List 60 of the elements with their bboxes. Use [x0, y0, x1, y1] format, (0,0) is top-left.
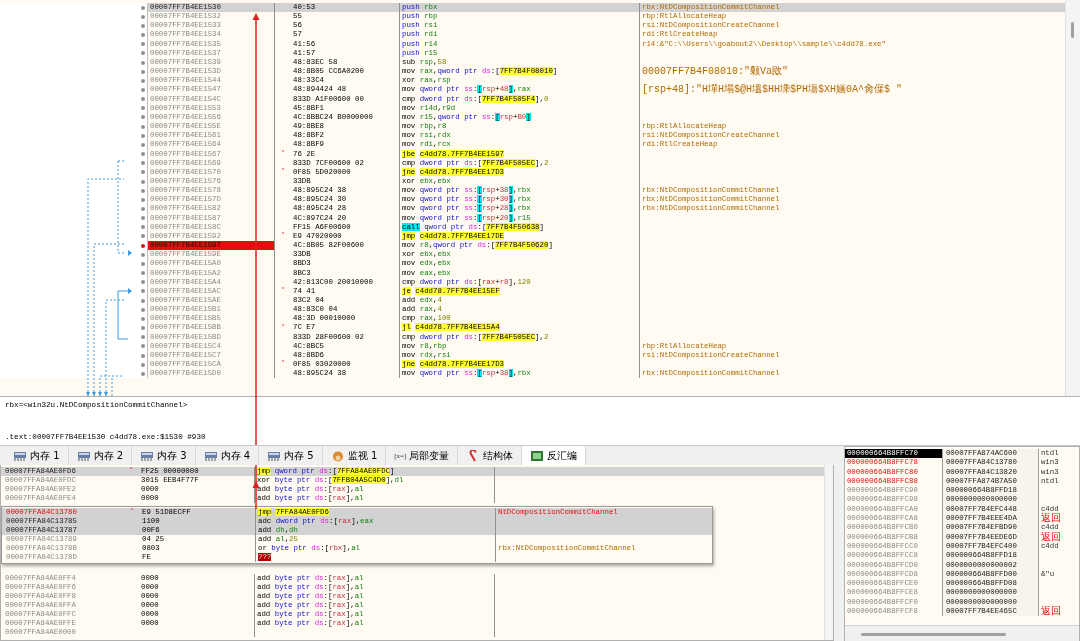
breakpoint-dot[interactable] — [141, 124, 145, 129]
breakpoint-dot[interactable] — [141, 115, 145, 120]
comment-text: 00007FF7B4F08010:"颡Va敃" — [641, 67, 790, 77]
comment-text: 返回 — [1039, 607, 1062, 617]
scrollbar-thumb[interactable] — [1071, 22, 1074, 38]
jump-marker: ˅ — [281, 286, 285, 296]
jump-marker: ˅ — [281, 360, 285, 370]
breakpoint-dot[interactable] — [141, 97, 145, 102]
breakpoint-dot[interactable] — [141, 5, 145, 10]
breakpoint-dot[interactable] — [141, 78, 145, 83]
breakpoint-dot[interactable] — [141, 170, 145, 175]
breakpoint-dot[interactable] — [141, 316, 145, 321]
breakpoint-dot[interactable] — [141, 42, 145, 47]
breakpoint-dot[interactable] — [141, 51, 145, 56]
jump-marker: ˄ — [129, 467, 133, 476]
scrollbar[interactable] — [1065, 0, 1080, 396]
breakpoint-dot[interactable] — [141, 161, 145, 166]
breakpoint-dot[interactable] — [141, 335, 145, 340]
scrollbar-thumb[interactable] — [860, 633, 1006, 636]
breakpoint-dot[interactable] — [141, 14, 145, 19]
comment-text: 返回 — [1039, 514, 1062, 524]
scrollbar[interactable] — [844, 625, 1079, 641]
breakpoint-dot[interactable] — [141, 261, 145, 266]
breakpoint-dot[interactable] — [141, 326, 145, 331]
breakpoint-dot[interactable] — [141, 69, 145, 74]
breakpoint-dot[interactable] — [141, 179, 145, 184]
breakpoint-dot[interactable] — [141, 133, 145, 138]
comment-text: [rsp+48]:"H墠H塌$@H塭$HH塖$PH塲$XH婳0A^肏僷$ " — [641, 85, 904, 95]
breakpoint-dot[interactable] — [141, 142, 145, 147]
breakpoint-dot[interactable] — [141, 280, 145, 285]
breakpoint-dot[interactable] — [141, 33, 145, 38]
scrollbar[interactable] — [823, 465, 833, 640]
jump-marker: ˄ — [281, 323, 285, 333]
breakpoint-dot[interactable] — [141, 243, 145, 248]
breakpoint-dot[interactable] — [141, 271, 145, 276]
breakpoint-dot[interactable] — [141, 88, 145, 92]
breakpoint-dot[interactable] — [141, 23, 145, 28]
breakpoint-dot[interactable] — [141, 216, 145, 221]
breakpoint-dot[interactable] — [141, 188, 145, 193]
breakpoint-dot[interactable] — [141, 152, 145, 157]
jump-marker: ˄ — [130, 508, 134, 517]
breakpoint-dot[interactable] — [141, 344, 145, 349]
breakpoint-dot[interactable] — [141, 353, 145, 358]
breakpoint-dot[interactable] — [141, 60, 145, 65]
breakpoint-dot[interactable] — [141, 371, 145, 376]
breakpoint-dot[interactable] — [141, 197, 145, 202]
jump-marker: ˅ — [281, 167, 285, 177]
breakpoint-dot[interactable] — [141, 298, 145, 303]
breakpoint-dot[interactable] — [141, 307, 145, 312]
jump-marker: ˅ — [281, 232, 285, 241]
breakpoint-dot[interactable] — [141, 252, 145, 257]
breakpoint-dot[interactable] — [141, 106, 145, 111]
tab[interactable]: 反汇编 — [522, 446, 587, 465]
breakpoint-dot[interactable] — [141, 362, 145, 367]
breakpoint-dot[interactable] — [141, 234, 145, 239]
breakpoint-dot[interactable] — [141, 207, 145, 211]
breakpoint-dot[interactable] — [141, 289, 145, 294]
comment-text: 返回 — [1039, 532, 1062, 542]
breakpoint-dot[interactable] — [141, 225, 145, 230]
jump-marker: ˅ — [281, 149, 285, 159]
